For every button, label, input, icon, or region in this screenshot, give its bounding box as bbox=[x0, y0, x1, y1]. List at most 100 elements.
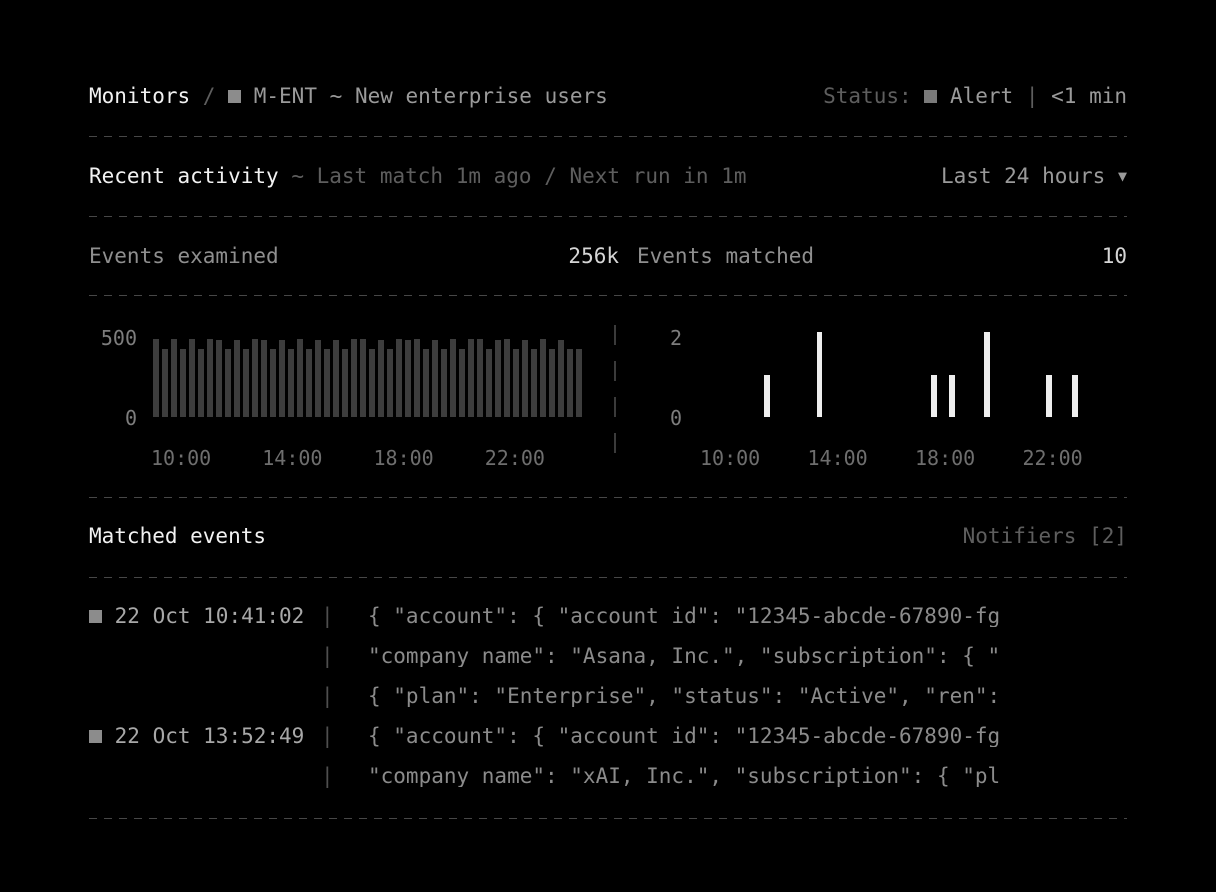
chart-bar[interactable] bbox=[1045, 374, 1052, 417]
chart-bar[interactable] bbox=[432, 339, 438, 417]
event-status-square-icon bbox=[89, 730, 102, 743]
chart-bar[interactable] bbox=[351, 338, 357, 417]
chart-bar[interactable] bbox=[369, 349, 375, 417]
chart-bar[interactable] bbox=[567, 349, 573, 417]
chart-bar[interactable] bbox=[816, 332, 823, 417]
chart-bar[interactable] bbox=[279, 339, 285, 417]
event-pipe-glyph: | bbox=[321, 644, 334, 668]
chart-bar[interactable] bbox=[948, 374, 955, 417]
chart-bar[interactable] bbox=[189, 338, 195, 417]
chart-bar[interactable] bbox=[198, 349, 204, 417]
chart-bar[interactable] bbox=[207, 338, 213, 417]
chart-bar[interactable] bbox=[153, 338, 159, 417]
events-examined-chart: 500 0 10:00 14:00 18:00 22:00 bbox=[89, 320, 609, 475]
chart-bar[interactable] bbox=[931, 374, 937, 417]
divider-1 bbox=[89, 136, 1127, 137]
notifiers-link[interactable]: Notifiers [2] bbox=[963, 526, 1127, 547]
event-row[interactable]: 22 Oct 10:41:02 | { "account": { "account_… bbox=[89, 606, 1127, 646]
chart-bar[interactable] bbox=[414, 338, 420, 417]
chart-bar[interactable] bbox=[477, 338, 483, 417]
breadcrumb-tilde bbox=[317, 86, 330, 107]
tilde-glyph: ~ bbox=[329, 84, 343, 108]
chart-bar[interactable] bbox=[450, 338, 456, 417]
breadcrumb: Monitors / M-ENT ~ New enterprise users bbox=[89, 86, 608, 107]
x-tick-label: 18:00 bbox=[373, 446, 434, 470]
chart-bar[interactable] bbox=[387, 349, 393, 417]
chart-bar[interactable] bbox=[360, 338, 366, 417]
matched-bars[interactable] bbox=[702, 332, 1122, 417]
chart-bar[interactable] bbox=[234, 339, 240, 417]
chart-bar[interactable] bbox=[288, 349, 294, 417]
chart-bar[interactable] bbox=[441, 349, 447, 417]
chart-bar[interactable] bbox=[423, 349, 429, 417]
chart-bar[interactable] bbox=[306, 349, 312, 417]
event-continuation-row[interactable]: | "company_name": "xAI, Inc.", "subscript… bbox=[89, 766, 1127, 806]
x-tick-label: 10:00 bbox=[151, 446, 212, 470]
event-row[interactable]: 22 Oct 13:52:49 | { "account": { "account_… bbox=[89, 726, 1127, 766]
breadcrumb-space bbox=[342, 86, 355, 107]
chart-bar[interactable] bbox=[549, 349, 555, 417]
time-range-dropdown[interactable]: Last 24 hours ▼ bbox=[941, 166, 1127, 187]
event-json-payload: { "plan": "Enterprise", "status": "Activ… bbox=[368, 686, 1001, 707]
chart-bar[interactable] bbox=[162, 349, 168, 417]
monitor-id-label: M-ENT bbox=[253, 84, 317, 108]
chart-bar[interactable] bbox=[315, 339, 321, 417]
breadcrumb-root[interactable]: Monitors bbox=[89, 86, 190, 107]
chart-bar[interactable] bbox=[531, 349, 537, 417]
chart-bar[interactable] bbox=[504, 338, 510, 417]
events-matched-value: 10 bbox=[1101, 244, 1127, 268]
chart-bar[interactable] bbox=[522, 339, 528, 417]
chart-bar[interactable] bbox=[984, 332, 990, 417]
examined-bars[interactable] bbox=[153, 332, 593, 417]
chart-bar[interactable] bbox=[270, 349, 276, 417]
recent-activity-row: Recent activity ~ Last match 1m ago / Ne… bbox=[89, 166, 1127, 187]
event-timestamp-cell: 22 Oct 10:41:02 bbox=[89, 606, 321, 627]
header-row: Monitors / M-ENT ~ New enterprise users … bbox=[89, 86, 1127, 107]
chart-bar[interactable] bbox=[459, 349, 465, 417]
x-tick-label: 14:00 bbox=[807, 446, 868, 470]
chart-bar[interactable] bbox=[297, 338, 303, 417]
activity-detail: Last match 1m ago / Next run in 1m bbox=[316, 164, 747, 188]
chart-bar[interactable] bbox=[342, 349, 348, 417]
chart-bar[interactable] bbox=[405, 339, 411, 417]
chart-bar[interactable] bbox=[495, 339, 501, 417]
chart-bar[interactable] bbox=[558, 339, 564, 417]
chart-bar[interactable] bbox=[324, 349, 330, 417]
time-range-label: Last 24 hours bbox=[940, 164, 1106, 188]
chart-bar[interactable] bbox=[763, 374, 770, 417]
chart-bar[interactable] bbox=[225, 349, 231, 417]
x-tick-label: 18:00 bbox=[915, 446, 976, 470]
chart-bar[interactable] bbox=[1072, 374, 1078, 417]
matched-events-header: Matched events Notifiers [2] bbox=[89, 526, 1127, 547]
divider-2 bbox=[89, 216, 1127, 217]
chart-bar[interactable] bbox=[252, 338, 258, 417]
chart-bar[interactable] bbox=[243, 349, 249, 417]
event-json-payload: "company_name": "Asana, Inc.", "subscrip… bbox=[368, 646, 1001, 667]
monitor-detail-page: Monitors / M-ENT ~ New enterprise users … bbox=[89, 0, 1127, 892]
chart-bar[interactable] bbox=[261, 339, 267, 417]
chart-bar[interactable] bbox=[468, 338, 474, 417]
chevron-down-icon: ▼ bbox=[1117, 167, 1127, 185]
breadcrumb-monitor-id[interactable] bbox=[241, 86, 254, 107]
chart-bar[interactable] bbox=[513, 349, 519, 417]
stat-events-examined: Events examined 256k bbox=[89, 246, 619, 267]
chart-bar[interactable] bbox=[180, 349, 186, 417]
event-continuation-row[interactable]: | "company_name": "Asana, Inc.", "subscri… bbox=[89, 646, 1127, 686]
chart-bar[interactable] bbox=[396, 338, 402, 417]
chart-bar[interactable] bbox=[486, 349, 492, 417]
chart-bar[interactable] bbox=[216, 339, 222, 417]
stat-events-matched: Events matched 10 bbox=[637, 246, 1127, 267]
matched-y-min-label: 0 bbox=[669, 406, 682, 430]
chart-bar[interactable] bbox=[540, 338, 546, 417]
chart-bar[interactable] bbox=[378, 339, 384, 417]
chart-bar[interactable] bbox=[171, 338, 177, 417]
activity-title-space bbox=[279, 166, 292, 187]
status-group: Status: Alert | <1 min bbox=[823, 86, 1127, 107]
chart-bar[interactable] bbox=[333, 339, 339, 417]
recent-activity-title: Recent activity bbox=[89, 164, 279, 188]
event-continuation-row[interactable]: | { "plan": "Enterprise", "status": "Acti… bbox=[89, 686, 1127, 726]
event-pipe-glyph: | bbox=[321, 684, 334, 708]
chart-bar[interactable] bbox=[576, 349, 582, 417]
status-badge: Alert bbox=[949, 84, 1014, 108]
event-json-payload: { "account": { "account_id": "12345-abcd… bbox=[368, 726, 1001, 747]
